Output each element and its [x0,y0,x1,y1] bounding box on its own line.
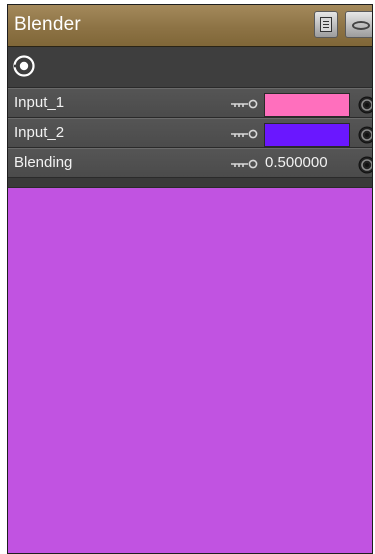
eye-icon [352,21,370,30]
panel-title-bar[interactable]: Blender [8,5,372,47]
color-swatch[interactable] [264,93,350,117]
connector-icon[interactable] [357,155,373,175]
property-label: Input_1 [14,94,65,111]
blender-panel: Blender Input_1 Input_2 Blending 0.50000… [7,4,373,554]
key-icon[interactable] [230,159,260,169]
property-label: Blending [14,154,73,171]
color-swatch[interactable] [264,123,350,147]
blending-value-field[interactable]: 0.500000 [265,154,328,171]
list-menu-icon [320,17,332,32]
property-label: Input_2 [14,124,65,141]
property-row-input-2: Input_2 [8,118,373,148]
blend-preview [8,187,372,553]
property-row-blending: Blending 0.500000 [8,148,373,178]
connector-icon[interactable] [357,125,373,145]
key-icon[interactable] [230,129,260,139]
property-row-input-1: Input_1 [8,88,373,118]
key-icon[interactable] [230,99,260,109]
target-icon[interactable] [12,54,36,78]
connector-icon[interactable] [357,95,373,115]
panel-title: Blender [14,14,81,35]
window-frame: Blender Input_1 Input_2 Blending 0.50000… [0,0,373,554]
list-menu-button[interactable] [314,11,338,38]
visibility-button[interactable] [345,11,372,38]
node-toolbar [8,47,372,88]
